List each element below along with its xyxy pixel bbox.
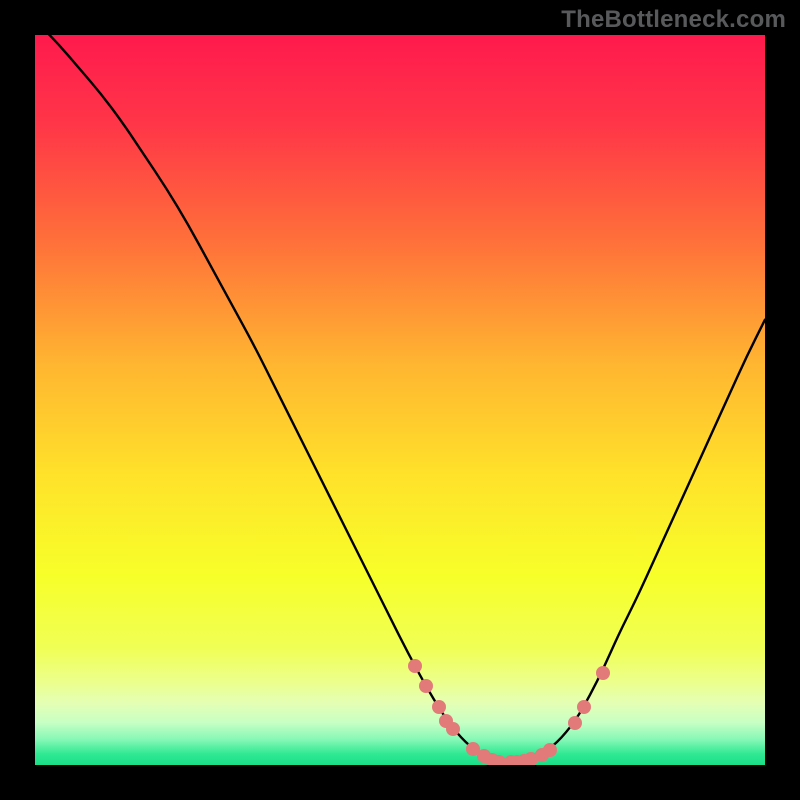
watermark-text: TheBottleneck.com [561, 6, 786, 34]
data-dots-layer [35, 35, 765, 765]
data-dot [419, 679, 433, 693]
data-dot [577, 700, 591, 714]
data-dot [543, 743, 557, 757]
chart-frame: TheBottleneck.com [0, 0, 800, 800]
data-dot [408, 659, 422, 673]
data-dot [596, 666, 610, 680]
plot-area [35, 35, 765, 765]
data-dot [446, 722, 460, 736]
data-dot [432, 700, 446, 714]
data-dot [568, 716, 582, 730]
